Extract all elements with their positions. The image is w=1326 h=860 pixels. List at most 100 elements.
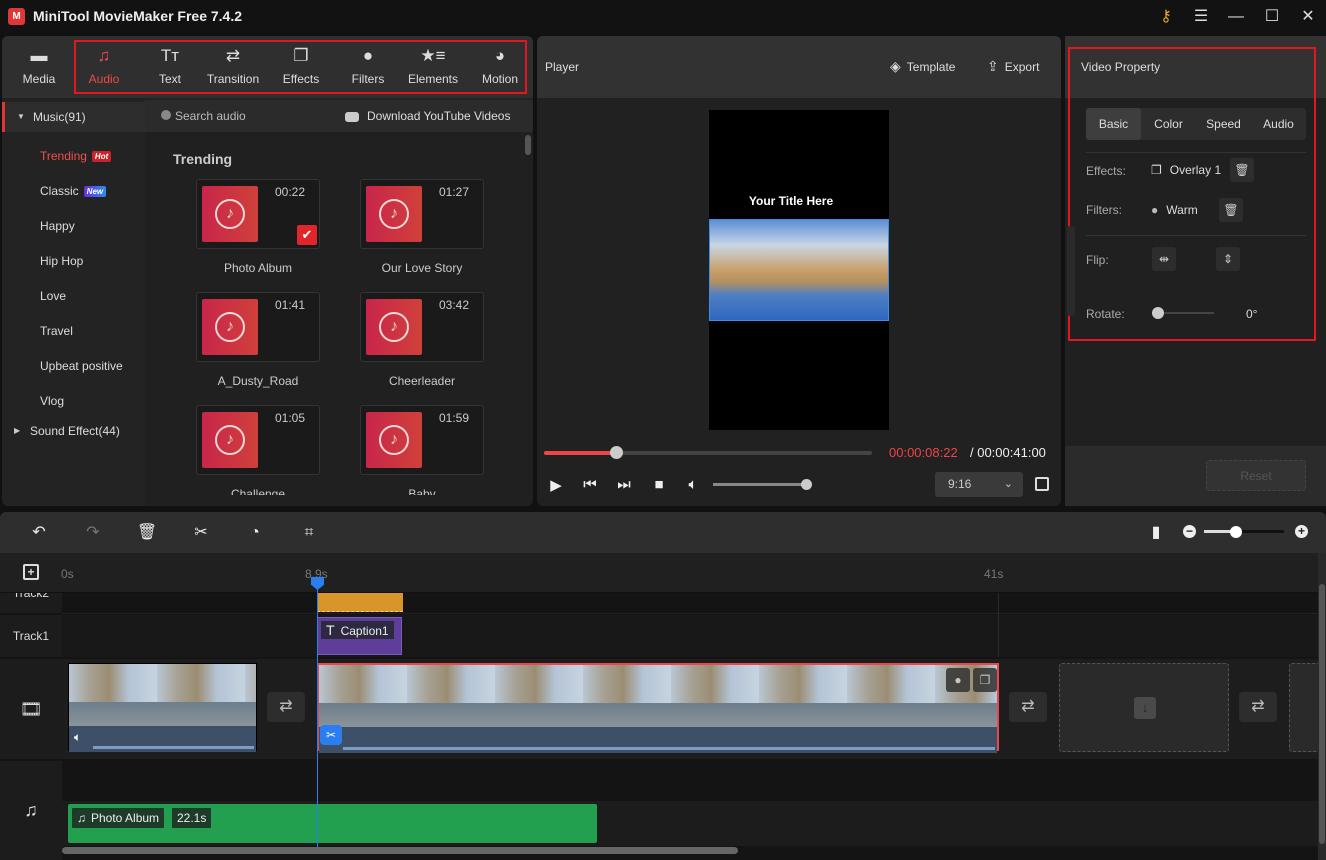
video-clip-audio-bar	[319, 727, 997, 753]
next-frame-icon[interactable]: ⏭	[614, 476, 634, 493]
video-clip-thumbnail	[319, 665, 997, 727]
music-note-icon: ♪	[215, 312, 245, 342]
download-youtube-link[interactable]: Download YouTube Videos	[345, 109, 510, 123]
minimize-icon[interactable]: —	[1224, 6, 1248, 28]
zoom-out-icon[interactable]: −	[1183, 525, 1196, 538]
empty-clip-slot[interactable]: ↓	[1059, 663, 1229, 752]
category-item-happy[interactable]: Happy	[40, 219, 75, 233]
add-track-icon[interactable]: +	[23, 564, 39, 580]
volume-slider[interactable]	[713, 483, 807, 486]
audio-clip-photo-album[interactable]: ♫ Photo Album 22.1s	[68, 804, 597, 843]
expand-right-icon: ▶	[14, 426, 21, 435]
video-frame-image	[709, 219, 889, 321]
audio-card-title: A_Dusty_Road	[217, 374, 299, 388]
fit-timeline-icon[interactable]: ▮	[1145, 522, 1167, 544]
aspect-ratio-select[interactable]: 9:16 ⌄	[935, 472, 1023, 497]
menu-icon[interactable]: ☰	[1189, 6, 1213, 28]
expand-down-icon: ▼	[17, 112, 25, 121]
split-marker-icon[interactable]: ✂	[320, 725, 342, 745]
fullscreen-icon[interactable]	[1035, 477, 1049, 491]
category-item-travel[interactable]: Travel	[40, 324, 73, 338]
app-logo-icon: M	[8, 8, 25, 25]
clip-volume-icon[interactable]: 🔈︎	[74, 730, 81, 745]
track1-header: Track1	[0, 615, 62, 657]
timeline-end-marker	[998, 593, 999, 657]
playback-progress-handle[interactable]	[610, 446, 624, 459]
undo-icon[interactable]: ↶	[28, 522, 50, 544]
music-thumbnail: ♪	[366, 186, 422, 242]
category-music[interactable]: ▼ Music(91)	[2, 102, 145, 132]
clip-audio-wave	[343, 747, 995, 750]
music-note-icon: ♪	[215, 199, 245, 229]
audio-card-cheerleader[interactable]: ♪ 03:42	[360, 292, 484, 362]
audio-card-title: Challenge	[230, 487, 286, 495]
caption-clip[interactable]: T Caption1	[317, 617, 402, 655]
music-note-icon: ♫	[77, 811, 86, 825]
music-thumbnail: ♪	[202, 186, 258, 242]
play-icon[interactable]: ▶	[546, 476, 566, 494]
audio-card-a-dusty-road[interactable]: ♪ 01:41	[196, 292, 320, 362]
video-clip-2-selected[interactable]: ✂ ● ❐	[317, 663, 999, 753]
library-scrollbar[interactable]	[525, 135, 531, 155]
split-scissors-icon[interactable]: ✂	[190, 522, 212, 544]
current-time: 00:00:08:22	[889, 445, 958, 460]
category-item-classic[interactable]: Classic New	[40, 184, 107, 198]
transition-slot-1[interactable]: ⇄	[267, 692, 305, 722]
clip-effect-icon[interactable]: ❐	[973, 668, 997, 692]
volume-slider-handle[interactable]	[801, 479, 812, 490]
stop-icon[interactable]: ■	[649, 476, 669, 493]
audio-card-photo-album[interactable]: ♪ 00:22 ✔	[196, 179, 320, 249]
video-clip-1[interactable]: 🔈︎	[68, 663, 257, 752]
transition-icon: ⇄	[1021, 698, 1035, 715]
volume-icon[interactable]: 🔈︎	[683, 476, 703, 493]
audio-card-challenge[interactable]: ♪ 01:05	[196, 405, 320, 475]
category-item-love[interactable]: Love	[40, 289, 66, 303]
reset-button[interactable]: Reset	[1206, 460, 1306, 491]
category-item-vlog[interactable]: Vlog	[40, 394, 64, 408]
category-item-hip-hop[interactable]: Hip Hop	[40, 254, 83, 268]
crop-icon[interactable]: ⌗	[298, 522, 320, 544]
maximize-icon[interactable]: ☐	[1260, 6, 1284, 28]
ruler-label-end: 41s	[984, 567, 1004, 581]
new-badge: New	[83, 186, 107, 198]
property-highlight-box	[1068, 47, 1316, 341]
youtube-download-icon	[345, 111, 359, 122]
transition-slot-2[interactable]: ⇄	[1009, 692, 1047, 722]
audio-card-title: Photo Album	[223, 261, 293, 275]
speed-gauge-icon[interactable]: ◔	[244, 522, 266, 544]
category-item-upbeat-positive[interactable]: Upbeat positive	[40, 359, 123, 373]
transition-slot-3[interactable]: ⇄	[1239, 692, 1277, 722]
folder-icon: ▬	[30, 46, 48, 65]
video-preview[interactable]: Your Title Here	[709, 110, 889, 430]
timeline-vertical-scroll-thumb[interactable]	[1319, 584, 1325, 844]
music-note-icon: ♪	[379, 199, 409, 229]
timeline-horizontal-scrollbar[interactable]	[62, 847, 738, 854]
zoom-in-icon[interactable]: +	[1295, 525, 1308, 538]
audio-card-title: Our Love Story	[381, 261, 463, 275]
search-audio-input[interactable]	[175, 108, 335, 124]
section-title: Trending	[173, 151, 233, 167]
playback-progress-fill	[544, 451, 617, 455]
music-note-icon: ♪	[379, 425, 409, 455]
category-item-trending[interactable]: Trending Hot	[40, 149, 112, 163]
timeline-zoom-handle[interactable]	[1230, 526, 1242, 538]
delete-icon[interactable]: 🗑︎	[136, 522, 158, 544]
music-track-icon: ♫	[24, 800, 38, 820]
key-icon[interactable]: ⚷	[1154, 6, 1178, 28]
total-time: / 00:00:41:00	[970, 445, 1046, 460]
clip-filter-icon[interactable]: ●	[946, 668, 970, 692]
close-icon[interactable]: ✕	[1296, 6, 1320, 28]
video-clip-thumbnail	[69, 664, 256, 726]
track2-clip[interactable]	[317, 593, 403, 612]
redo-icon[interactable]: ↷	[82, 522, 104, 544]
added-checkmark-icon[interactable]: ✔	[297, 225, 317, 245]
export-button[interactable]: ⇪ Export	[987, 58, 1039, 75]
timeline-ruler[interactable]: + 0s 8.9s 41s	[0, 553, 1318, 593]
audio-card-baby[interactable]: ♪ 01:59	[360, 405, 484, 475]
panel-collapse-handle[interactable]	[1067, 226, 1075, 316]
audio-card-our-love-story[interactable]: ♪ 01:27	[360, 179, 484, 249]
category-sound-effect[interactable]: ▶ Sound Effect(44)	[2, 416, 145, 446]
tab-media[interactable]: ▬ Media	[8, 44, 70, 94]
template-button[interactable]: ◈ Template	[890, 58, 955, 75]
previous-frame-icon[interactable]: ⏮	[580, 476, 600, 493]
